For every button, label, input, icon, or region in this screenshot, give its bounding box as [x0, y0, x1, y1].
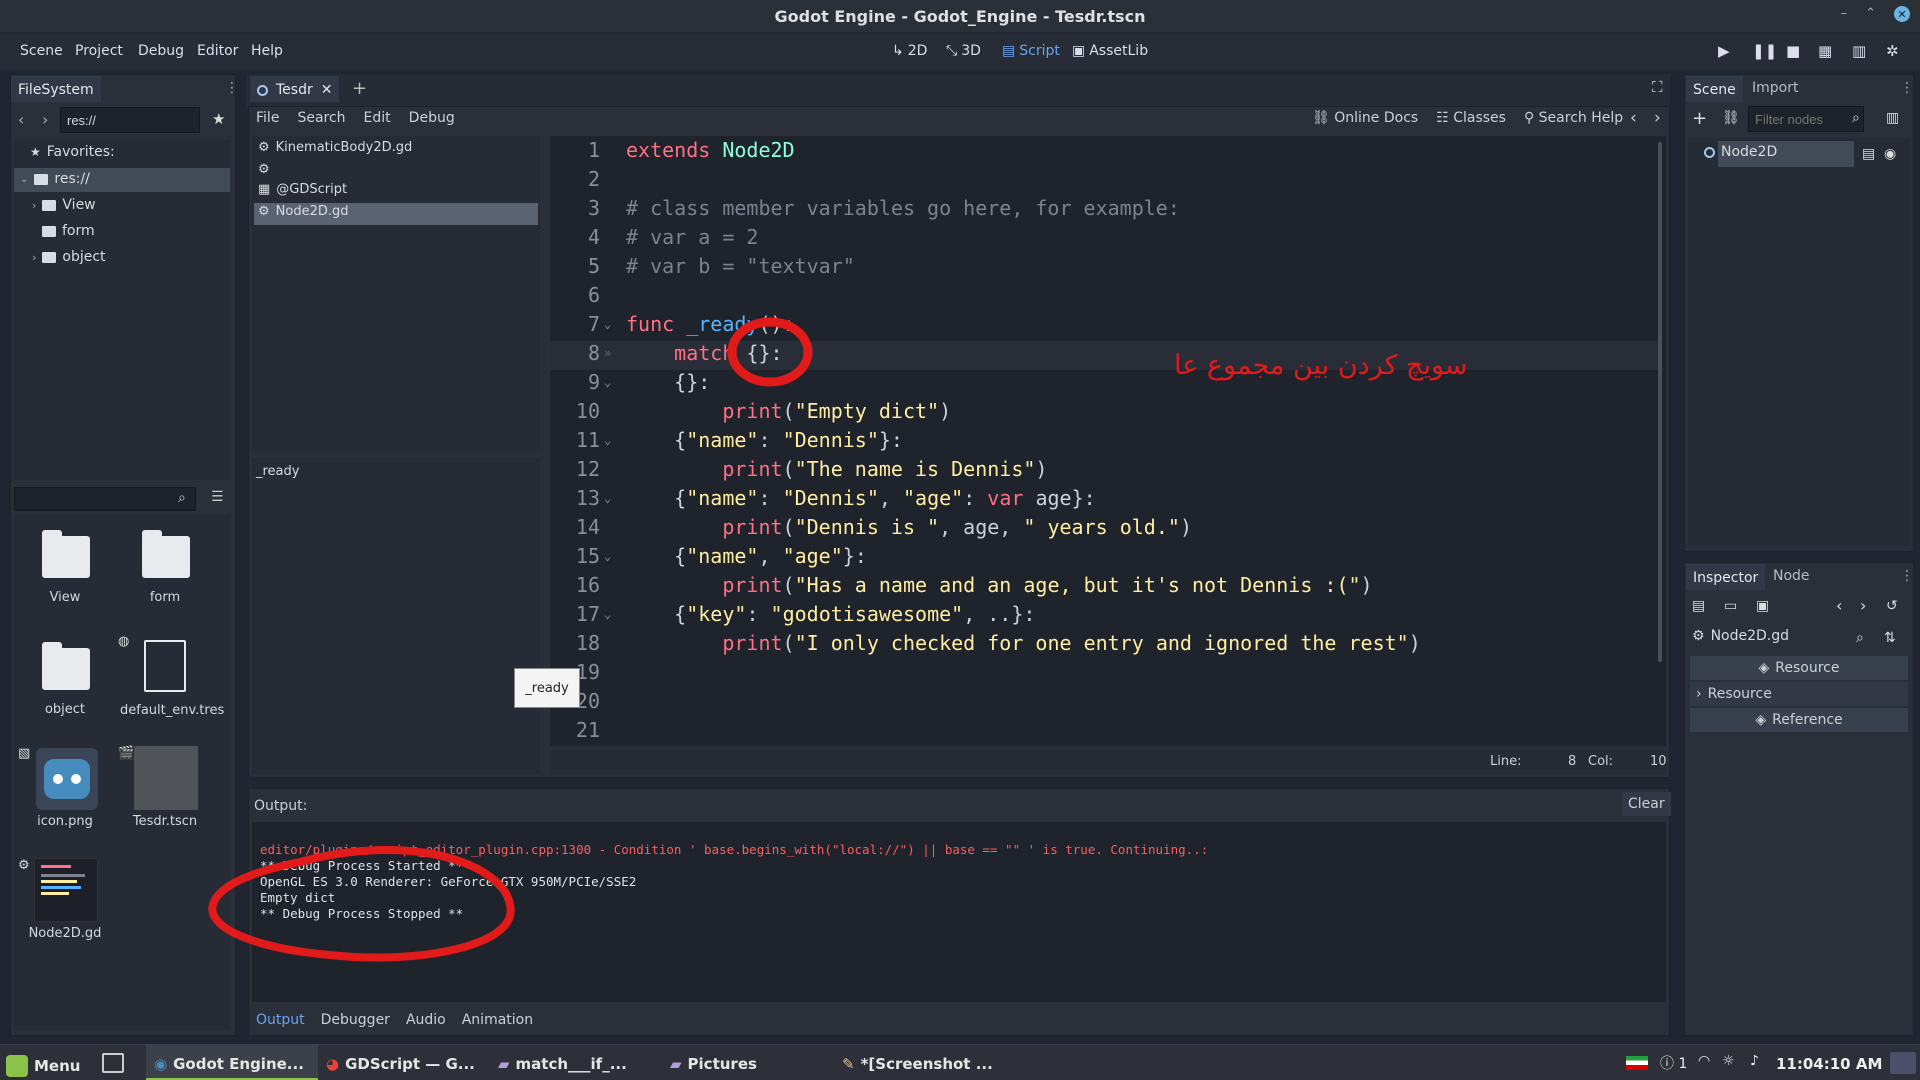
menu-label: Menu [34, 1057, 81, 1075]
save-icon[interactable]: ▣ [1756, 598, 1769, 614]
taskbar-label: GDScript — G... [345, 1055, 475, 1073]
scene-tree [1688, 138, 1910, 546]
visibility-icon[interactable]: ◉ [1884, 146, 1896, 162]
section-label: Resource [1775, 660, 1840, 676]
start-menu-button[interactable]: Menu [6, 1055, 80, 1077]
search-icon: ⌕ [1852, 110, 1860, 126]
editor-icon: ✎ [842, 1055, 855, 1073]
mint-logo-icon [6, 1055, 28, 1077]
section-label: Reference [1772, 712, 1843, 728]
reference-icon: ◈ [1755, 712, 1767, 728]
brightness-icon[interactable]: ☼ [1722, 1053, 1735, 1069]
add-node-icon[interactable]: + [1692, 108, 1707, 129]
inspector-section-reference[interactable]: ◈ Reference [1690, 708, 1908, 732]
taskbar-item-screenshot[interactable]: ✎ *[Screenshot ... [842, 1055, 993, 1073]
resource-icon: ◈ [1758, 660, 1770, 676]
open-folder-icon[interactable]: ▭ [1724, 598, 1737, 614]
folder-icon: ▰ [670, 1055, 682, 1073]
taskbar-label: Pictures [687, 1055, 757, 1073]
clock[interactable]: 11:04:10 AM [1776, 1055, 1882, 1073]
object-label: Node2D.gd [1710, 628, 1790, 644]
object-properties-icon[interactable]: ⇅ [1884, 630, 1896, 646]
show-desktop-icon[interactable] [1890, 1052, 1916, 1074]
notification-icon[interactable]: ⓘ 1 [1660, 1053, 1687, 1073]
chrome-icon: ◕ [326, 1055, 340, 1073]
gear-icon: ⚙ [1692, 628, 1705, 644]
script-icon[interactable]: ▤ [1862, 146, 1875, 162]
red-markup-layer [208, 317, 813, 962]
taskbar-item-godot[interactable]: ◉ Godot Engine... [154, 1055, 304, 1073]
wifi-icon[interactable]: ◠ [1698, 1053, 1710, 1069]
taskbar-label: match___if_... [515, 1055, 627, 1073]
row-label: Resource [1707, 686, 1772, 702]
node2d-icon [1704, 146, 1715, 158]
tab-import[interactable]: Import [1745, 76, 1805, 100]
new-resource-icon[interactable]: ▤ [1692, 598, 1705, 614]
tab-inspector[interactable]: Inspector [1686, 564, 1766, 590]
dock-menu-icon[interactable]: ⋮ [1900, 568, 1914, 584]
inspector-section-resource[interactable]: ◈ Resource [1690, 656, 1908, 680]
search-icon[interactable]: ⌕ [1856, 630, 1864, 646]
node-label: Node2D [1721, 144, 1778, 160]
notification-count: 1 [1678, 1056, 1688, 1072]
link-icon[interactable]: ⛓ [1722, 110, 1740, 126]
sound-icon[interactable]: ♪ [1750, 1053, 1759, 1069]
markup-circle-match [727, 317, 813, 387]
tab-node[interactable]: Node [1766, 564, 1817, 588]
inspector-row-resource[interactable]: › Resource [1690, 682, 1908, 706]
taskbar-item-pictures[interactable]: ▰ Pictures [670, 1055, 757, 1073]
keyboard-layout-flag-icon[interactable] [1626, 1056, 1648, 1070]
history-forward-icon[interactable]: › [1860, 596, 1866, 615]
filter-nodes-input[interactable] [1748, 106, 1864, 132]
history-back-icon[interactable]: ‹ [1836, 596, 1842, 615]
markup-circle-output [208, 846, 515, 962]
chevron-right-icon: › [1696, 686, 1702, 702]
godot-icon: ◉ [154, 1055, 168, 1073]
taskbar-label: *[Screenshot ... [860, 1055, 993, 1073]
taskbar-item-match[interactable]: ▰ match___if_... [498, 1055, 627, 1073]
terminal-icon[interactable] [102, 1053, 124, 1073]
taskbar-label: Godot Engine... [173, 1055, 304, 1073]
dock-menu-icon[interactable]: ⋮ [1900, 80, 1914, 96]
history-icon[interactable]: ↺ [1886, 598, 1898, 614]
folder-icon: ▰ [498, 1055, 510, 1073]
scene-node-node2d[interactable]: Node2D [1704, 144, 1777, 160]
tab-scene[interactable]: Scene [1686, 76, 1743, 102]
inspector-object[interactable]: ⚙ Node2D.gd [1692, 628, 1789, 644]
script-attach-icon[interactable]: ▥ [1886, 110, 1899, 126]
taskbar-item-chrome[interactable]: ◕ GDScript — G... [326, 1055, 475, 1073]
